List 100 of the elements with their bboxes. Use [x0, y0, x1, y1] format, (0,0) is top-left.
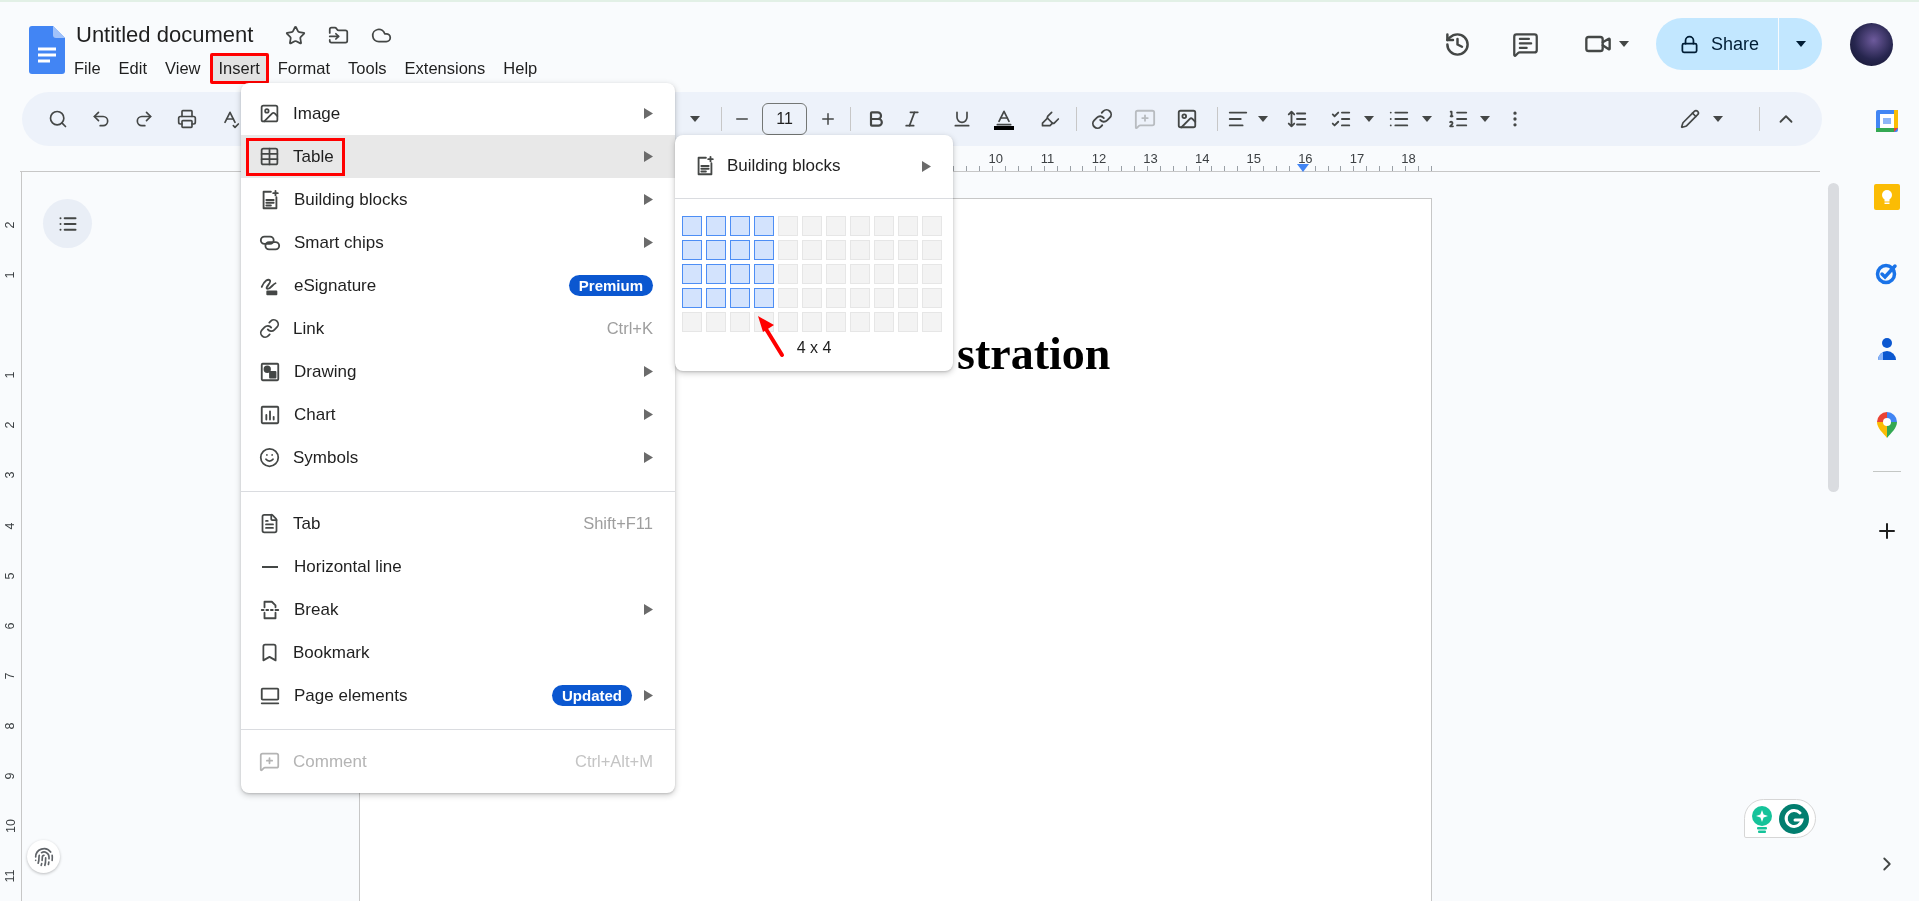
menu-item[interactable]: Symbols — [241, 436, 675, 479]
caret-icon[interactable] — [1257, 115, 1269, 123]
italic-icon[interactable] — [902, 109, 922, 129]
caret-icon — [1794, 40, 1807, 48]
assistant-widget[interactable] — [1744, 799, 1816, 838]
grid-cell[interactable] — [730, 264, 750, 284]
ruler-number: 16 — [1298, 151, 1313, 166]
menu-item[interactable]: Drawing — [241, 350, 675, 393]
fingerprint-button[interactable] — [27, 840, 60, 873]
grid-cell[interactable] — [706, 264, 726, 284]
menu-bar-item[interactable]: Format — [268, 53, 340, 84]
menu-item[interactable]: Building blocks — [675, 141, 953, 191]
ruler-number: 15 — [1246, 151, 1261, 166]
link-icon[interactable] — [1091, 108, 1113, 130]
caret-icon[interactable] — [689, 115, 701, 123]
ruler-number: 10 — [988, 151, 1004, 166]
grid-cell[interactable] — [682, 240, 702, 260]
pencil-icon[interactable] — [1680, 109, 1700, 129]
docs-logo-icon[interactable] — [29, 26, 65, 74]
grid-cell[interactable] — [754, 288, 774, 308]
menu-item-label: Image — [293, 103, 341, 124]
menu-bar-item[interactable]: Help — [494, 53, 547, 84]
grid-cell[interactable] — [706, 288, 726, 308]
task-check-icon[interactable] — [1875, 261, 1899, 285]
star-icon[interactable] — [285, 24, 307, 46]
grid-cell[interactable] — [730, 216, 750, 236]
ruler-number: 9 — [3, 772, 18, 780]
menu-item[interactable]: Smart chips — [241, 221, 675, 264]
numbered-list-icon[interactable] — [1447, 108, 1469, 130]
search-icon[interactable] — [48, 109, 68, 129]
text-color-icon[interactable] — [994, 108, 1014, 130]
grid-cell[interactable] — [682, 264, 702, 284]
caret-icon[interactable] — [1618, 40, 1630, 48]
grid-cell[interactable] — [706, 216, 726, 236]
line-spacing-icon[interactable] — [1286, 108, 1308, 130]
lightbulb-icon — [1751, 804, 1773, 833]
scrollbar[interactable] — [1828, 183, 1839, 492]
menu-item-label: Tab — [293, 513, 321, 534]
comment-add-icon[interactable] — [1134, 108, 1156, 130]
grid-cell[interactable] — [754, 264, 774, 284]
ruler-number: 17 — [1349, 151, 1365, 166]
menu-item[interactable]: Image — [241, 92, 675, 135]
fingerprint-icon — [33, 846, 54, 867]
image-icon[interactable] — [1176, 108, 1198, 130]
grid-cell[interactable] — [730, 240, 750, 260]
undo-icon[interactable] — [91, 109, 111, 129]
caret-icon[interactable] — [1363, 115, 1375, 123]
menu-item[interactable]: Page elements Updated — [241, 674, 675, 717]
lightbulb-note-icon[interactable] — [1874, 184, 1900, 210]
grid-cell[interactable] — [754, 240, 774, 260]
calendar-icon[interactable] — [1875, 109, 1899, 133]
share-options-button[interactable] — [1779, 18, 1822, 70]
comments-icon[interactable] — [1512, 30, 1539, 58]
menu-item[interactable]: Horizontal line — [241, 545, 675, 588]
menu-item[interactable]: Chart — [241, 393, 675, 436]
grid-cell[interactable] — [730, 288, 750, 308]
ruler-number: 10 — [3, 819, 18, 833]
grid-cell[interactable] — [682, 288, 702, 308]
map-pin-icon[interactable] — [1877, 412, 1897, 438]
plus-icon[interactable] — [819, 110, 837, 128]
person-icon[interactable] — [1876, 337, 1898, 361]
menu-item[interactable]: Link Ctrl+K — [241, 307, 675, 350]
grid-cell[interactable] — [754, 216, 774, 236]
caret-icon[interactable] — [1712, 115, 1724, 123]
menu-item[interactable]: Bookmark — [241, 631, 675, 674]
menu-item[interactable]: eSignature Premium — [241, 264, 675, 307]
ruler-number: 2 — [3, 221, 18, 229]
menu-bar-item[interactable]: Tools — [339, 53, 396, 84]
underline-icon[interactable] — [952, 109, 972, 129]
menu-bar-item[interactable]: File — [65, 53, 110, 84]
history-icon[interactable] — [1444, 30, 1471, 58]
g-logo-icon — [1779, 803, 1809, 834]
menu-badge: Updated — [552, 685, 632, 706]
drawing-icon — [259, 360, 281, 383]
share-button[interactable]: Share — [1656, 18, 1778, 70]
redo-icon[interactable] — [134, 109, 154, 129]
menu-badge: Premium — [568, 275, 653, 296]
highlighter-icon[interactable] — [1040, 109, 1060, 129]
avatar[interactable] — [1850, 22, 1893, 66]
print-icon[interactable] — [177, 109, 197, 129]
caret-icon[interactable] — [1479, 115, 1491, 123]
menu-bar-item[interactable]: Edit — [109, 53, 157, 84]
indent-marker-icon[interactable] — [1297, 164, 1309, 172]
ruler-number: 1 — [3, 371, 18, 379]
outline-button[interactable] — [43, 199, 92, 248]
document-title[interactable]: Untitled document — [65, 22, 254, 48]
ruler-number: 7 — [3, 672, 18, 680]
caret-icon[interactable] — [1421, 115, 1433, 123]
menu-item-label: Symbols — [293, 447, 359, 468]
grid-cell[interactable] — [682, 216, 702, 236]
grid-cell[interactable] — [706, 240, 726, 260]
menu-bar-item[interactable]: Insert — [209, 53, 269, 84]
menu-item[interactable]: Tab Shift+F11 — [241, 502, 675, 545]
lock-icon — [1680, 34, 1699, 54]
menu-bar-item[interactable]: Extensions — [395, 53, 495, 84]
menu-item[interactable]: Table — [241, 135, 675, 178]
move-folder-icon[interactable] — [328, 24, 350, 46]
menu-item[interactable]: Break — [241, 588, 675, 631]
menu-item[interactable]: Building blocks — [241, 178, 675, 221]
menu-bar-item[interactable]: View — [156, 53, 210, 84]
